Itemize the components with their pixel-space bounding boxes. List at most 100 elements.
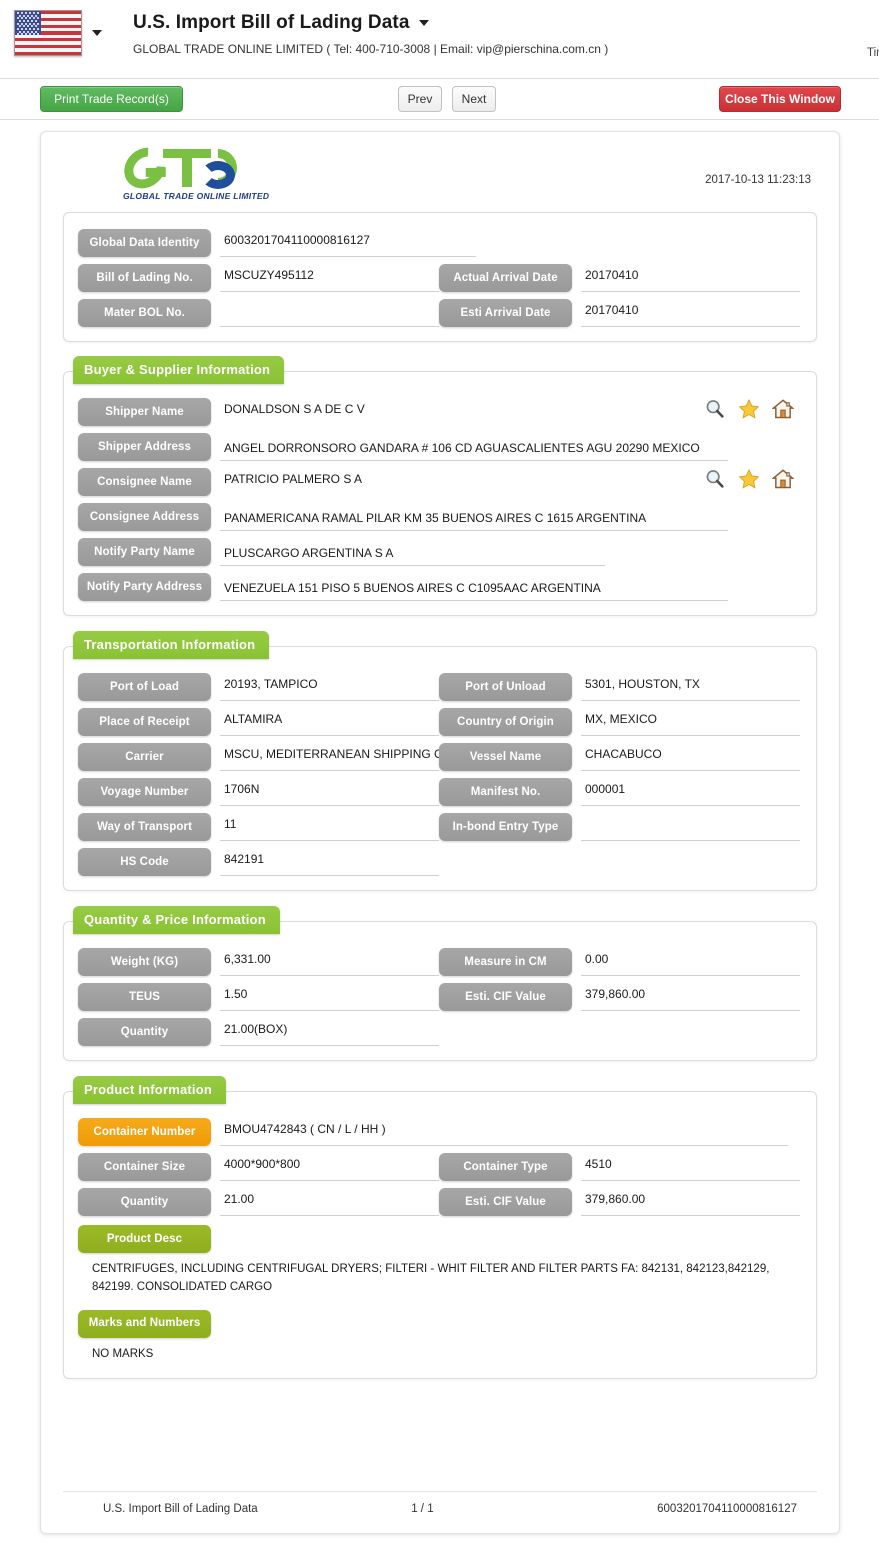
chevron-down-icon[interactable] — [92, 30, 102, 36]
label-marks-and-numbers: Marks and Numbers — [78, 1309, 211, 1338]
label-product-quantity: Quantity — [78, 1188, 211, 1216]
value-container-size[interactable]: 4000*900*800 — [220, 1153, 439, 1181]
us-flag-icon — [14, 10, 82, 56]
value-in-bond-entry-type[interactable] — [581, 813, 800, 841]
value-shipper-name[interactable]: DONALDSON S A DE C V — [220, 398, 710, 426]
label-notify-party-address: Notify Party Address — [78, 573, 211, 601]
label-actual-arrival-date: Actual Arrival Date — [439, 264, 572, 292]
label-port-of-load: Port of Load — [78, 673, 211, 701]
buyer-supplier-panel: Buyer & Supplier Information Shipper Nam… — [63, 356, 817, 616]
label-container-size: Container Size — [78, 1153, 211, 1181]
label-carrier: Carrier — [78, 743, 211, 771]
value-port-of-load[interactable]: 20193, TAMPICO — [220, 673, 439, 701]
label-hs-code: HS Code — [78, 848, 211, 876]
value-teus[interactable]: 1.50 — [220, 983, 439, 1011]
document-footer: U.S. Import Bill of Lading Data 1 / 1 60… — [63, 1491, 817, 1521]
value-product-esti-cif-value[interactable]: 379,860.00 — [581, 1188, 800, 1216]
footer-page-indicator: 1 / 1 — [411, 1502, 434, 1515]
value-consignee-address[interactable]: PANAMERICANA RAMAL PILAR KM 35 BUENOS AI… — [220, 503, 728, 531]
label-way-of-transport: Way of Transport — [78, 813, 211, 841]
quantity-price-panel: Quantity & Price Information Weight (KG)… — [63, 906, 817, 1061]
value-quantity[interactable]: 21.00(BOX) — [220, 1018, 439, 1046]
value-voyage-number[interactable]: 1706N — [220, 778, 439, 806]
value-actual-arrival-date[interactable]: 20170410 — [581, 264, 800, 292]
row-hs-code: HS Code 842191 — [78, 848, 800, 876]
star-icon[interactable] — [738, 398, 760, 420]
value-esti-arrival-date[interactable]: 20170410 — [581, 299, 800, 327]
value-weight-kg[interactable]: 6,331.00 — [220, 948, 439, 976]
label-container-number: Container Number — [78, 1118, 211, 1146]
value-bill-of-lading-no[interactable]: MSCUZY495112 — [220, 264, 439, 292]
value-shipper-address[interactable]: ANGEL DORRONSORO GANDARA # 106 CD AGUASC… — [220, 433, 728, 461]
print-trade-records-button[interactable]: Print Trade Record(s) — [40, 86, 183, 112]
home-icon[interactable] — [771, 468, 795, 490]
label-product-desc: Product Desc — [78, 1225, 211, 1253]
value-vessel-name[interactable]: CHACABUCO — [581, 743, 800, 771]
gto-logo: GLOBAL TRADE ONLINE LIMITED — [115, 139, 269, 205]
search-icon[interactable] — [704, 468, 726, 490]
value-esti-cif-value[interactable]: 379,860.00 — [581, 983, 800, 1011]
value-container-number[interactable]: BMOU4742843 ( CN / L / HH ) — [220, 1118, 788, 1146]
shipper-action-icons — [704, 398, 795, 420]
label-container-type: Container Type — [439, 1153, 572, 1181]
row-container-size-type: Container Size 4000*900*800 Container Ty… — [78, 1153, 800, 1181]
page-title-text: U.S. Import Bill of Lading Data — [133, 12, 410, 33]
value-consignee-name[interactable]: PATRICIO PALMERO S A — [220, 468, 710, 496]
row-bill-of-lading: Bill of Lading No. MSCUZY495112 Actual A… — [78, 264, 800, 292]
home-icon[interactable] — [771, 398, 795, 420]
value-place-of-receipt[interactable]: ALTAMIRA — [220, 708, 439, 736]
label-measure-in-cm: Measure in CM — [439, 948, 572, 976]
product-panel: Product Information Container Number BMO… — [63, 1076, 817, 1379]
value-container-type[interactable]: 4510 — [581, 1153, 800, 1181]
search-icon[interactable] — [704, 398, 726, 420]
value-way-of-transport[interactable]: 11 — [220, 813, 439, 841]
footer-record-id: 6003201704110000816127 — [657, 1502, 797, 1515]
chevron-down-icon[interactable] — [418, 20, 429, 26]
value-global-data-identity[interactable]: 6003201704110000816127 — [220, 229, 476, 257]
row-carrier-vessel: Carrier MSCU, MEDITERRANEAN SHIPPING C V… — [78, 743, 800, 771]
value-mater-bol-no[interactable] — [220, 299, 439, 327]
label-global-data-identity: Global Data Identity — [78, 229, 211, 257]
label-product-esti-cif-value: Esti. CIF Value — [439, 1188, 572, 1216]
document-timestamp: 2017-10-13 11:23:13 — [705, 174, 811, 186]
row-global-data-identity: Global Data Identity 6003201704110000816… — [78, 229, 800, 257]
footer-left-label: U.S. Import Bill of Lading Data — [103, 1502, 258, 1515]
company-contact-line: GLOBAL TRADE ONLINE LIMITED ( Tel: 400-7… — [133, 42, 609, 56]
value-notify-party-name[interactable]: PLUSCARGO ARGENTINA S A — [220, 538, 605, 566]
label-consignee-address: Consignee Address — [78, 503, 211, 531]
value-country-of-origin[interactable]: MX, MEXICO — [581, 708, 800, 736]
row-consignee-address: Consignee Address PANAMERICANA RAMAL PIL… — [78, 503, 800, 531]
row-quantity: Quantity 21.00(BOX) — [78, 1018, 800, 1046]
timer-label: Tim — [867, 47, 879, 59]
logo-wordmark: GLOBAL TRADE ONLINE LIMITED — [123, 191, 270, 201]
value-product-quantity[interactable]: 21.00 — [220, 1188, 439, 1216]
identity-panel: Global Data Identity 6003201704110000816… — [63, 212, 817, 342]
quantity-price-section-title: Quantity & Price Information — [73, 906, 280, 934]
row-ports: Port of Load 20193, TAMPICO Port of Unlo… — [78, 673, 800, 701]
label-voyage-number: Voyage Number — [78, 778, 211, 806]
value-measure-in-cm[interactable]: 0.00 — [581, 948, 800, 976]
product-section-title: Product Information — [73, 1076, 227, 1104]
prev-button[interactable]: Prev — [398, 86, 442, 112]
row-notify-party-address: Notify Party Address VENEZUELA 151 PISO … — [78, 573, 800, 601]
row-teus-cif: TEUS 1.50 Esti. CIF Value 379,860.00 — [78, 983, 800, 1011]
document-header: GLOBAL TRADE ONLINE LIMITED 2017-10-13 1… — [63, 139, 817, 212]
label-notify-party-name: Notify Party Name — [78, 538, 211, 566]
value-notify-party-address[interactable]: VENEZUELA 151 PISO 5 BUENOS AIRES C C109… — [220, 573, 728, 601]
label-port-of-unload: Port of Unload — [439, 673, 572, 701]
star-icon[interactable] — [738, 468, 760, 490]
row-mater-bol: Mater BOL No. Esti Arrival Date 20170410 — [78, 299, 800, 327]
value-port-of-unload[interactable]: 5301, HOUSTON, TX — [581, 673, 800, 701]
row-receipt-origin: Place of Receipt ALTAMIRA Country of Ori… — [78, 708, 800, 736]
value-hs-code[interactable]: 842191 — [220, 848, 439, 876]
label-weight-kg: Weight (KG) — [78, 948, 211, 976]
label-vessel-name: Vessel Name — [439, 743, 572, 771]
value-carrier[interactable]: MSCU, MEDITERRANEAN SHIPPING C — [220, 743, 439, 771]
label-in-bond-entry-type: In-bond Entry Type — [439, 813, 572, 841]
close-window-button[interactable]: Close This Window — [719, 86, 841, 112]
next-button[interactable]: Next — [452, 86, 496, 112]
label-mater-bol-no: Mater BOL No. — [78, 299, 211, 327]
value-manifest-no[interactable]: 000001 — [581, 778, 800, 806]
flag-selector[interactable] — [14, 10, 102, 56]
label-bill-of-lading-no: Bill of Lading No. — [78, 264, 211, 292]
